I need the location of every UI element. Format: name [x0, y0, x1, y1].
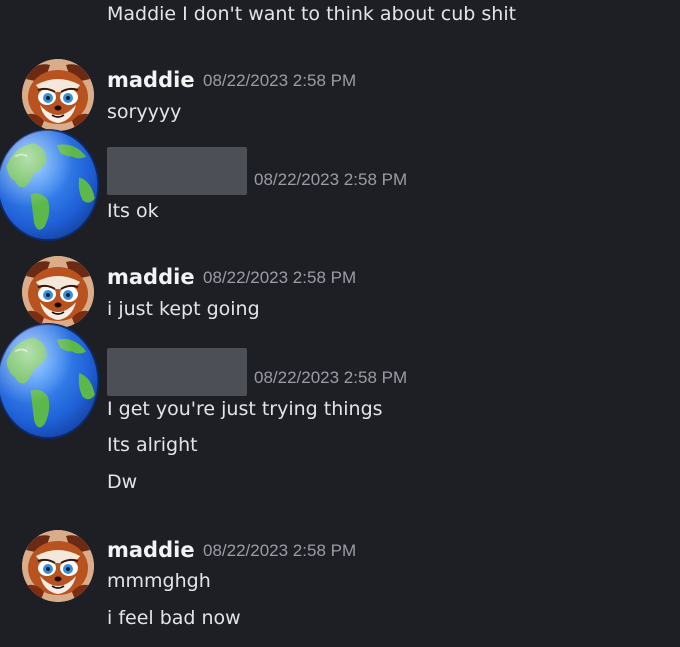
message-line: mmmghgh [107, 570, 211, 592]
earth-globe-avatar-icon[interactable] [0, 322, 100, 440]
redacted-username [107, 348, 247, 396]
message-line: Maddie I don't want to think about cub s… [107, 3, 517, 25]
earth-globe-avatar-icon[interactable] [0, 128, 100, 242]
timestamp: 08/22/2023 2:58 PM [254, 368, 408, 387]
username[interactable]: maddie [107, 264, 195, 290]
red-panda-avatar-icon[interactable] [22, 59, 94, 131]
redacted-username [107, 147, 247, 195]
red-panda-avatar-icon[interactable] [22, 530, 94, 602]
message-line: i just kept going [107, 298, 260, 320]
message-line: Its ok [107, 200, 159, 222]
message-line: i feel bad now [107, 607, 241, 629]
red-panda-avatar-icon[interactable] [22, 256, 94, 328]
message-line: Its alright [107, 434, 198, 456]
chat-log: Maddie I don't want to think about cub s… [0, 0, 680, 647]
timestamp: 08/22/2023 2:58 PM [203, 71, 357, 90]
message-line: Dw [107, 471, 138, 493]
timestamp: 08/22/2023 2:58 PM [203, 268, 357, 287]
timestamp: 08/22/2023 2:58 PM [254, 170, 408, 189]
timestamp: 08/22/2023 2:58 PM [203, 541, 357, 560]
message-line: soryyyy [107, 101, 182, 123]
username[interactable]: maddie [107, 67, 195, 93]
username[interactable]: maddie [107, 537, 195, 563]
message-line: I get you're just trying things [107, 398, 383, 420]
